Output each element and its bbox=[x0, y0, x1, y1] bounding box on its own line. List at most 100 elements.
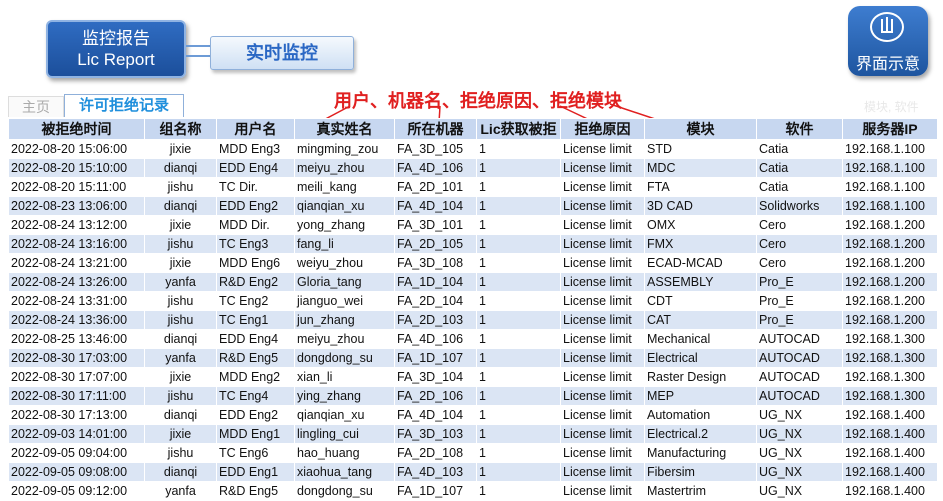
table-cell: Electrical.2 bbox=[644, 424, 757, 444]
column-header[interactable]: 所在机器 bbox=[394, 118, 477, 140]
table-cell: AUTOCAD bbox=[756, 329, 843, 349]
table-row[interactable]: 2022-08-24 13:12:00 jixie MDD Dir. yong_zha… bbox=[8, 215, 938, 235]
table-cell: CDT bbox=[644, 291, 757, 311]
monitor-icon bbox=[870, 12, 904, 42]
table-row[interactable]: 2022-09-05 09:08:00 dianqi EDD Eng1 xiaohua… bbox=[8, 462, 938, 482]
table-cell: mingming_zou bbox=[294, 139, 395, 159]
table-row[interactable]: 2022-08-25 13:46:00 dianqi EDD Eng4 meiyu_z… bbox=[8, 329, 938, 349]
tab-license-denials[interactable]: 许可拒绝记录 bbox=[64, 94, 184, 117]
table-cell: 192.168.1.200 bbox=[842, 272, 938, 292]
table-cell: FA_3D_103 bbox=[394, 424, 477, 444]
column-header[interactable]: 模块 bbox=[644, 118, 757, 140]
table-row[interactable]: 2022-08-23 13:06:00 dianqi EDD Eng2 qianqia… bbox=[8, 196, 938, 216]
table-row[interactable]: 2022-08-24 13:21:00 jixie MDD Eng6 weiyu_zh… bbox=[8, 253, 938, 273]
column-header[interactable]: 拒绝原因 bbox=[560, 118, 645, 140]
table-row[interactable]: 2022-08-30 17:13:00 dianqi EDD Eng2 qianqia… bbox=[8, 405, 938, 425]
table-cell: Cero bbox=[756, 253, 843, 273]
table-row[interactable]: 2022-08-20 15:10:00 dianqi EDD Eng4 meiyu_z… bbox=[8, 158, 938, 178]
table-cell: FA_4D_106 bbox=[394, 329, 477, 349]
column-header[interactable]: 组名称 bbox=[144, 118, 217, 140]
table-cell: 1 bbox=[476, 139, 561, 159]
table-cell: Solidworks bbox=[756, 196, 843, 216]
column-header[interactable]: Lic获取被拒 bbox=[476, 118, 561, 140]
table-cell: FMX bbox=[644, 234, 757, 254]
table-row[interactable]: 2022-09-05 09:12:00 yanfa R&D Eng5 dongdong… bbox=[8, 481, 938, 501]
table-cell: xiaohua_tang bbox=[294, 462, 395, 482]
table-cell: 2022-09-05 09:08:00 bbox=[8, 462, 145, 482]
table-row[interactable]: 2022-08-24 13:26:00 yanfa R&D Eng2 Gloria_t… bbox=[8, 272, 938, 292]
table-cell: License limit bbox=[560, 462, 645, 482]
table-cell: Cero bbox=[756, 234, 843, 254]
table-cell: 192.168.1.300 bbox=[842, 329, 938, 349]
table-cell: qianqian_xu bbox=[294, 196, 395, 216]
table-cell: License limit bbox=[560, 139, 645, 159]
table-row[interactable]: 2022-08-30 17:07:00 jixie MDD Eng2 xian_li F… bbox=[8, 367, 938, 387]
table-cell: 2022-08-24 13:36:00 bbox=[8, 310, 145, 330]
table-row[interactable]: 2022-09-03 14:01:00 jixie MDD Eng1 lingling… bbox=[8, 424, 938, 444]
table-row[interactable]: 2022-08-24 13:31:00 jishu TC Eng2 jianguo_w… bbox=[8, 291, 938, 311]
table-cell: License limit bbox=[560, 291, 645, 311]
table-cell: License limit bbox=[560, 253, 645, 273]
demo-button[interactable]: 界面示意 bbox=[848, 6, 928, 76]
column-header[interactable]: 软件 bbox=[756, 118, 843, 140]
column-header[interactable]: 真实姓名 bbox=[294, 118, 395, 140]
table-row[interactable]: 2022-08-24 13:36:00 jishu TC Eng1 jun_zhang… bbox=[8, 310, 938, 330]
faded-labels: 模块, 软件 bbox=[864, 100, 919, 114]
table-cell: yanfa bbox=[144, 272, 217, 292]
table-cell: License limit bbox=[560, 481, 645, 501]
table-row[interactable]: 2022-08-20 15:11:00 jishu TC Dir. meili_kan… bbox=[8, 177, 938, 197]
table-cell: 1 bbox=[476, 348, 561, 368]
table-cell: TC Eng2 bbox=[216, 291, 295, 311]
column-header[interactable]: 被拒绝时间 bbox=[8, 118, 145, 140]
table-cell: 2022-08-24 13:12:00 bbox=[8, 215, 145, 235]
table-cell: MDC bbox=[644, 158, 757, 178]
table-cell: jishu bbox=[144, 443, 217, 463]
table-cell: License limit bbox=[560, 348, 645, 368]
table-cell: TC Eng4 bbox=[216, 386, 295, 406]
table-cell: jianguo_wei bbox=[294, 291, 395, 311]
table-cell: FA_1D_107 bbox=[394, 481, 477, 501]
table-cell: FA_4D_106 bbox=[394, 158, 477, 178]
table-cell: FA_2D_105 bbox=[394, 234, 477, 254]
table-cell: Pro_E bbox=[756, 291, 843, 311]
table-cell: EDD Eng2 bbox=[216, 196, 295, 216]
table-cell: TC Eng1 bbox=[216, 310, 295, 330]
table-cell: ECAD-MCAD bbox=[644, 253, 757, 273]
table-cell: yanfa bbox=[144, 348, 217, 368]
table-cell: 1 bbox=[476, 234, 561, 254]
table-cell: xian_li bbox=[294, 367, 395, 387]
report-title-en: Lic Report bbox=[77, 50, 155, 69]
table-cell: 192.168.1.100 bbox=[842, 196, 938, 216]
table-cell: 1 bbox=[476, 196, 561, 216]
tab-home[interactable]: 主页 bbox=[8, 96, 64, 117]
table-cell: License limit bbox=[560, 405, 645, 425]
table-cell: dianqi bbox=[144, 158, 217, 178]
table-row[interactable]: 2022-08-20 15:06:00 jixie MDD Eng3 mingming… bbox=[8, 139, 938, 159]
table-row[interactable]: 2022-08-24 13:16:00 jishu TC Eng3 fang_li FA… bbox=[8, 234, 938, 254]
table-cell: 2022-09-03 14:01:00 bbox=[8, 424, 145, 444]
table-cell: MDD Eng1 bbox=[216, 424, 295, 444]
table-cell: AUTOCAD bbox=[756, 367, 843, 387]
table-cell: UG_NX bbox=[756, 405, 843, 425]
column-header[interactable]: 用户名 bbox=[216, 118, 295, 140]
table-cell: Gloria_tang bbox=[294, 272, 395, 292]
table-cell: R&D Eng2 bbox=[216, 272, 295, 292]
table-cell: 1 bbox=[476, 405, 561, 425]
table-row[interactable]: 2022-08-30 17:03:00 yanfa R&D Eng5 dongdong… bbox=[8, 348, 938, 368]
table-cell: 192.168.1.200 bbox=[842, 291, 938, 311]
column-header[interactable]: 服务器IP bbox=[842, 118, 938, 140]
table-cell: FA_1D_107 bbox=[394, 348, 477, 368]
report-title-box[interactable]: 监控报告 Lic Report bbox=[46, 20, 186, 78]
table-row[interactable]: 2022-09-05 09:04:00 jishu TC Eng6 hao_huang… bbox=[8, 443, 938, 463]
table-cell: UG_NX bbox=[756, 462, 843, 482]
table-row[interactable]: 2022-08-30 17:11:00 jishu TC Eng4 ying_zhan… bbox=[8, 386, 938, 406]
table-cell: fang_li bbox=[294, 234, 395, 254]
realtime-monitor-button[interactable]: 实时监控 bbox=[210, 36, 354, 70]
table-header-row: 被拒绝时间 组名称 用户名 真实姓名 所在机器 Lic获取被拒 拒绝原因 模块 软件 服务器IP bbox=[8, 118, 938, 140]
table-cell: 1 bbox=[476, 253, 561, 273]
table-cell: FA_2D_103 bbox=[394, 310, 477, 330]
table-cell: jishu bbox=[144, 234, 217, 254]
table-cell: 1 bbox=[476, 310, 561, 330]
table-cell: ASSEMBLY bbox=[644, 272, 757, 292]
table-cell: 1 bbox=[476, 158, 561, 178]
